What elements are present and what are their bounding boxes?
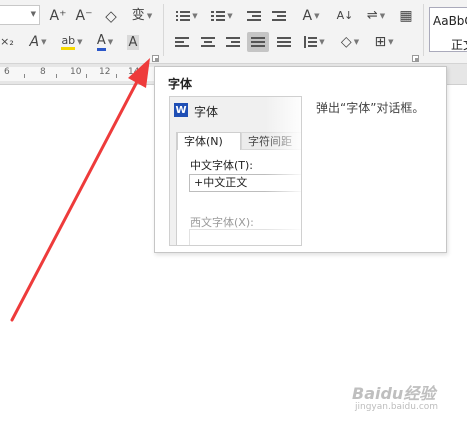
align-right-icon [226, 36, 240, 48]
font-dialog-preview: W 字体 字体(N) 字符间距 中文字体(T): +中文正文 西文字体(X): [169, 96, 302, 246]
font-launcher-tooltip: 字体 弹出“字体”对话框。 W 字体 字体(N) 字符间距 中文字体(T): +… [154, 66, 447, 253]
font-size-combobox[interactable]: ▼ [0, 5, 40, 25]
table-icon: ▦ [399, 8, 413, 24]
justify-icon [251, 36, 265, 48]
ruler-tick [24, 74, 25, 78]
clear-format-button[interactable]: ◇ [101, 6, 121, 26]
tooltip-description: 弹出“字体”对话框。 [316, 101, 425, 115]
distribute-icon [277, 36, 291, 48]
ruler-label: 10 [70, 67, 82, 77]
bullets-button[interactable]: ▼ [172, 6, 202, 26]
decrease-indent-button[interactable] [244, 6, 264, 26]
preview-fade [265, 97, 301, 245]
text-direction-icon: A [302, 8, 313, 24]
grow-font-button[interactable]: A⁺ [47, 6, 69, 26]
style-gallery-normal[interactable]: AaBbC 正文 [429, 7, 467, 52]
line-spacing-options-button[interactable]: ⇌ ▼ [362, 6, 390, 26]
ruler-label: 12 [99, 67, 111, 77]
text-direction-button[interactable]: A ▼ [296, 6, 326, 26]
wps-writer-icon: W [174, 103, 188, 117]
text-effect-icon: A [29, 34, 40, 50]
distribute-button[interactable] [274, 32, 294, 52]
borders-icon: ⊞ [374, 34, 387, 50]
strikethrough-button[interactable]: ×₂ [0, 32, 14, 52]
paragraph-dialog-launcher[interactable] [412, 55, 419, 62]
phonetic-guide-icon: 变 [131, 8, 145, 23]
clear-format-icon: ◇ [105, 7, 117, 25]
font-dialog-launcher[interactable] [152, 55, 159, 62]
highlight-icon: ab [61, 34, 76, 50]
ruler-tick [86, 74, 87, 78]
sort-button[interactable]: A↓ [334, 6, 356, 26]
justify-button[interactable] [247, 32, 269, 52]
ruler-tick [116, 74, 117, 78]
align-left-icon [175, 36, 189, 48]
ruler-label: 14 [128, 67, 140, 77]
align-center-button[interactable] [198, 32, 218, 52]
line-spacing-icon [303, 36, 318, 48]
line-spacing-button[interactable]: ▼ [299, 32, 329, 52]
char-shading-button[interactable]: A [124, 32, 142, 52]
tab-font: 字体(N) [177, 132, 241, 150]
font-color-icon: A [96, 33, 106, 51]
sort-icon: A↓ [336, 9, 354, 22]
ruler-label: 8 [40, 67, 46, 77]
separator [423, 4, 424, 56]
paragraph-shading-button[interactable]: ◇ ▼ [336, 32, 364, 52]
line-spacing-options-icon: ⇌ [366, 8, 378, 23]
separator [163, 4, 164, 56]
text-effect-button[interactable]: A ▼ [24, 32, 52, 52]
western-font-label: 西文字体(X): [190, 216, 254, 229]
bullets-icon [176, 10, 191, 22]
ribbon-toolbar: ▼ A⁺ A⁻ ◇ 变 ▼ ▼ ▼ A ▼ A↓ ⇌ ▼ ▦ ×₂ A ▼ ab… [0, 0, 467, 64]
insert-table-button[interactable]: ▦ [396, 6, 416, 26]
decrease-indent-icon [247, 10, 261, 22]
align-center-icon [201, 36, 215, 48]
numbering-icon [211, 10, 226, 22]
increase-indent-button[interactable] [269, 6, 289, 26]
ruler-tick [146, 74, 147, 78]
style-name: 正文 [451, 38, 467, 52]
borders-button[interactable]: ⊞ ▼ [370, 32, 398, 52]
shrink-font-button[interactable]: A⁻ [73, 6, 95, 26]
grow-font-icon: A⁺ [49, 8, 67, 24]
align-left-button[interactable] [172, 32, 192, 52]
numbering-button[interactable]: ▼ [207, 6, 237, 26]
ruler-tick [56, 74, 57, 78]
tooltip-title: 字体 [168, 77, 193, 91]
font-color-button[interactable]: A ▼ [92, 32, 118, 52]
phonetic-guide-button[interactable]: 变 ▼ [127, 6, 157, 26]
dialog-title: 字体 [194, 105, 219, 119]
highlight-button[interactable]: ab ▼ [57, 32, 87, 52]
style-sample-text: AaBbC [433, 14, 467, 28]
shading-icon: ◇ [340, 34, 352, 50]
watermark-url: jingyan.baidu.com [355, 402, 439, 412]
baidu-jingyan-watermark: Baidu经验 [352, 384, 436, 403]
chinese-font-label: 中文字体(T): [190, 159, 254, 172]
align-right-button[interactable] [223, 32, 243, 52]
ruler-label: 6 [4, 67, 10, 77]
strikethrough-icon: ×₂ [0, 35, 14, 48]
char-shading-icon: A [126, 34, 140, 50]
increase-indent-icon [272, 10, 286, 22]
shrink-font-icon: A⁻ [75, 8, 93, 24]
